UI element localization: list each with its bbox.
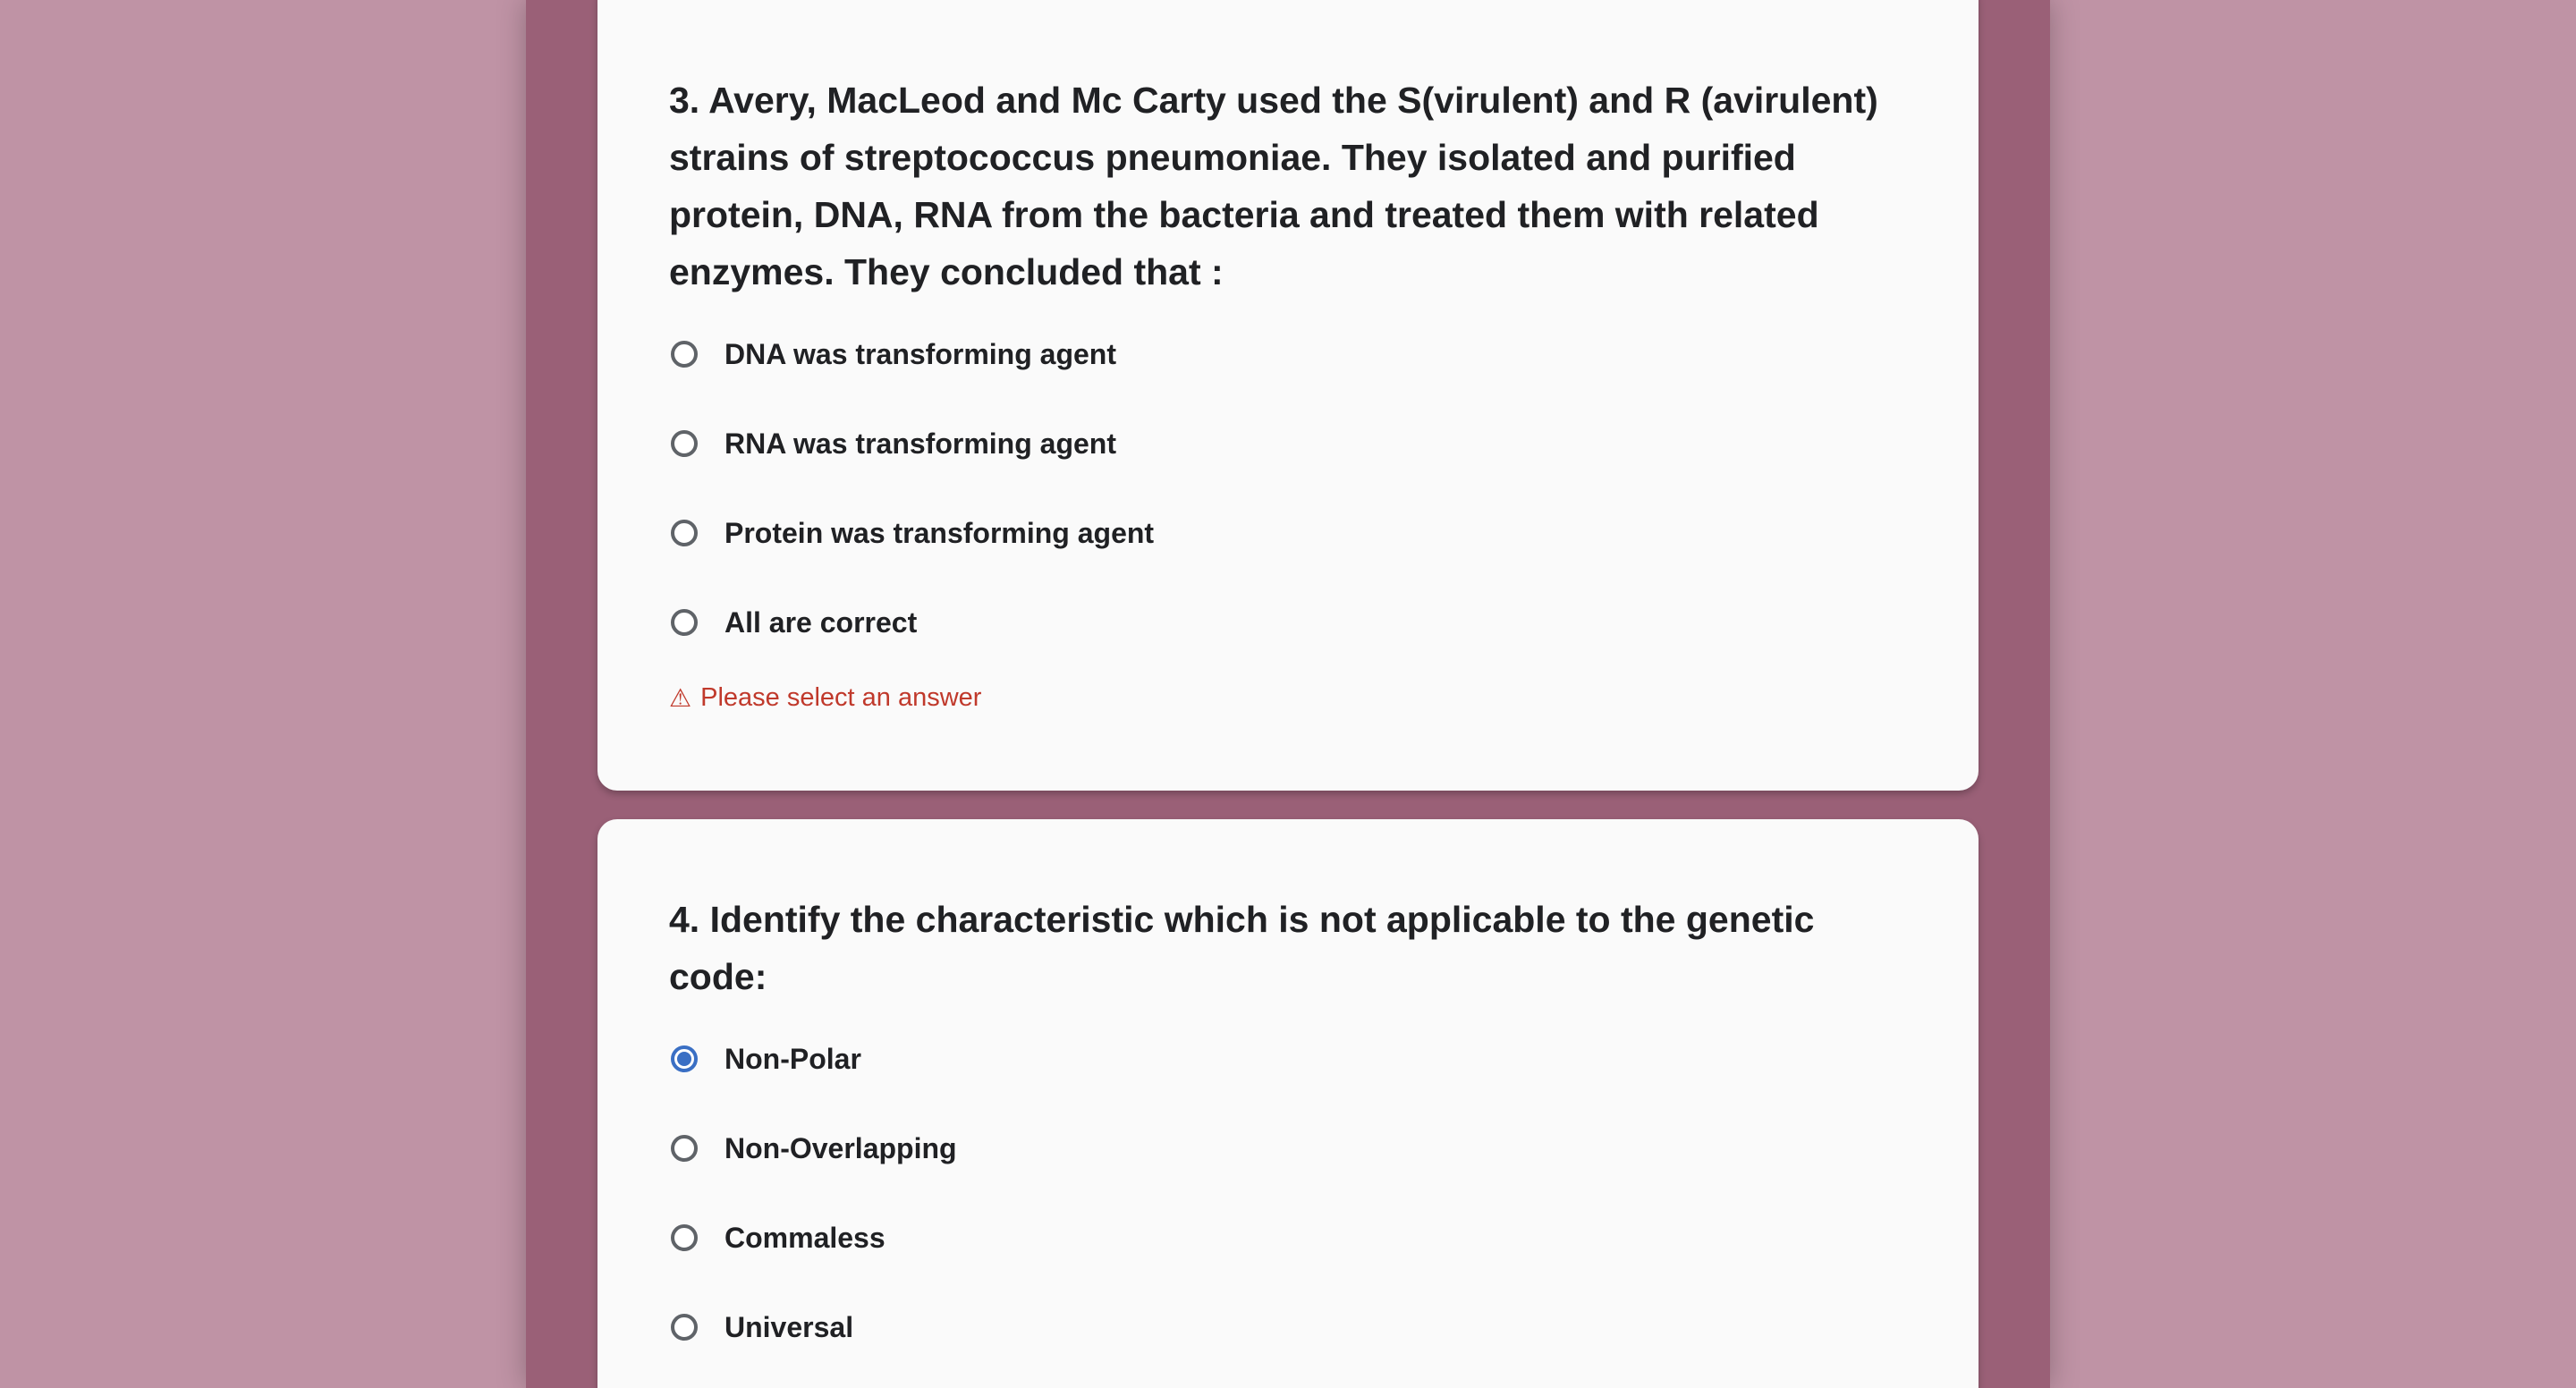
- answer-options: DNA was transforming agent RNA was trans…: [669, 309, 1907, 667]
- option-non-polar[interactable]: Non-Polar: [669, 1014, 1907, 1104]
- option-all-correct[interactable]: All are correct: [669, 578, 1907, 667]
- option-universal[interactable]: Universal: [669, 1282, 1907, 1372]
- question-title: 4. Identify the characteristic which is …: [669, 899, 1815, 997]
- radio-button[interactable]: [671, 520, 698, 546]
- radio-button[interactable]: [671, 1314, 698, 1341]
- option-non-overlapping[interactable]: Non-Overlapping: [669, 1104, 1907, 1193]
- radio-button[interactable]: [671, 609, 698, 636]
- answer-options: Non-Polar Non-Overlapping Commaless Univ…: [669, 1014, 1907, 1372]
- option-label: Commaless: [724, 1221, 886, 1254]
- option-label: All are correct: [724, 605, 918, 639]
- question-title: 3. Avery, MacLeod and Mc Carty used the …: [669, 80, 1878, 292]
- warning-icon: ⚠: [669, 683, 692, 713]
- option-dna[interactable]: DNA was transforming agent: [669, 309, 1907, 399]
- option-label: Protein was transforming agent: [724, 516, 1155, 549]
- radio-button[interactable]: [671, 1224, 698, 1251]
- radio-button[interactable]: [671, 1135, 698, 1162]
- option-label: RNA was transforming agent: [724, 427, 1116, 460]
- radio-button-selected[interactable]: [671, 1045, 698, 1072]
- radio-button[interactable]: [671, 430, 698, 457]
- option-rna[interactable]: RNA was transforming agent: [669, 399, 1907, 488]
- radio-button[interactable]: [671, 341, 698, 368]
- question-card-3: 3. Avery, MacLeod and Mc Carty used the …: [597, 0, 1979, 791]
- error-message: Please select an answer: [700, 683, 982, 712]
- question-card-4: 4. Identify the characteristic which is …: [597, 819, 1979, 1388]
- option-label: Non-Overlapping: [724, 1131, 957, 1164]
- option-label: Universal: [724, 1310, 854, 1343]
- validation-error: ⚠ Please select an answer: [669, 683, 1907, 713]
- option-commaless[interactable]: Commaless: [669, 1193, 1907, 1282]
- option-protein[interactable]: Protein was transforming agent: [669, 488, 1907, 578]
- option-label: Non-Polar: [724, 1042, 861, 1075]
- option-label: DNA was transforming agent: [724, 337, 1116, 370]
